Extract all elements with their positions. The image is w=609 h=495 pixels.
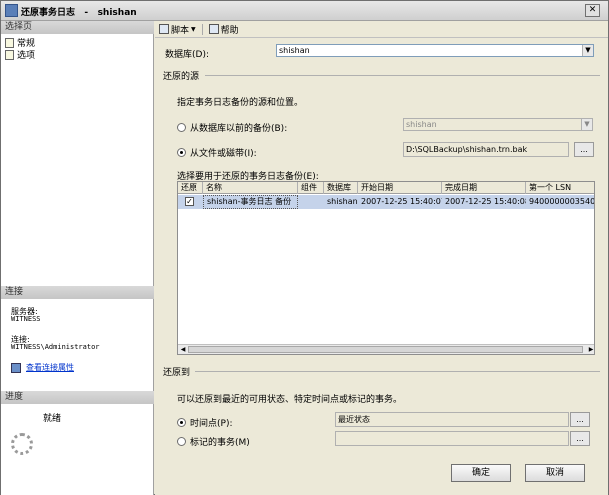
point-in-time-value[interactable]: 最近状态 [335, 412, 569, 427]
page-icon [5, 49, 14, 60]
from-file-radio[interactable]: 从文件或磁带(I): [177, 146, 257, 159]
prior-backup-select[interactable]: shishan ▼ [403, 118, 593, 131]
radio-icon [177, 123, 186, 132]
col-start-date[interactable]: 开始日期 [358, 182, 442, 194]
toolbar: 脚本 ▼ 帮助 [155, 21, 608, 38]
point-in-time-radio[interactable]: 时间点(P): [177, 416, 232, 429]
scroll-right-icon[interactable]: ▶ [586, 345, 594, 354]
source-description: 指定事务日志备份的源和位置。 [177, 98, 304, 108]
main-pane: 脚本 ▼ 帮助 数据库(D): shishan ▼ 还原的源 指定事务日志备份的… [155, 21, 608, 495]
row-name: shishan-事务日志 备份 [203, 195, 298, 209]
radio-icon [177, 437, 186, 446]
restore-to-description: 可以还原到最近的可用状态、特定时间点或标记的事务。 [177, 395, 403, 405]
progress-status: 就绪 [43, 414, 62, 424]
window-title: 还原事务日志 - shishan [21, 8, 137, 18]
radio-icon [177, 418, 186, 427]
source-section-title: 还原的源 [163, 72, 200, 82]
grid-hscrollbar[interactable]: ◀ ▶ [178, 344, 594, 354]
restore-log-dialog: 还原事务日志 - shishan ✕ 选择页 常规 选项 连接 服务器: WIT… [0, 0, 609, 495]
connection-value: WITNESS\Administrator [11, 343, 100, 351]
col-database[interactable]: 数据库 [324, 182, 358, 194]
script-icon [159, 24, 169, 34]
ok-button[interactable]: 确定 [451, 464, 511, 482]
select-page-header: 选择页 [1, 21, 154, 34]
backup-sets-grid[interactable]: 还原 名称 组件 数据库 开始日期 完成日期 第一个 LSN ✓ shishan… [177, 181, 595, 355]
backup-file-path[interactable]: D:\SQLBackup\shishan.trn.bak [403, 142, 569, 157]
help-icon [208, 24, 219, 34]
title-bar[interactable]: 还原事务日志 - shishan ✕ [1, 1, 608, 21]
chevron-down-icon: ▼ [581, 119, 592, 130]
marked-transaction-value[interactable] [335, 431, 569, 446]
from-prior-backup-radio[interactable]: 从数据库以前的备份(B): [177, 121, 287, 134]
database-select[interactable]: shishan ▼ [276, 44, 594, 57]
script-button[interactable]: 脚本 ▼ [159, 23, 196, 36]
marked-transaction-browse-button[interactable]: ... [570, 431, 590, 446]
scroll-thumb[interactable] [188, 346, 583, 353]
row-first-lsn: 940000000354000 [529, 197, 595, 206]
connection-header: 连接 [1, 286, 154, 299]
row-finish-date: 2007-12-25 15:40:08 [445, 197, 526, 206]
restore-checkbox[interactable]: ✓ [185, 197, 194, 206]
help-button[interactable]: 帮助 [208, 23, 239, 36]
browse-file-button[interactable]: ... [574, 142, 594, 157]
divider [195, 371, 600, 372]
close-button[interactable]: ✕ [585, 4, 600, 17]
col-first-lsn[interactable]: 第一个 LSN [526, 182, 594, 194]
row-database: shishan [327, 197, 358, 206]
view-connection-properties[interactable]: 查看连接属性 [11, 362, 74, 373]
row-component [298, 195, 324, 209]
left-pane: 选择页 常规 选项 连接 服务器: WITNESS 连接: WITNESS\Ad… [1, 21, 154, 495]
chevron-down-icon: ▼ [582, 45, 593, 56]
page-icon [5, 37, 14, 48]
progress-header: 进度 [1, 391, 154, 404]
col-finish-date[interactable]: 完成日期 [442, 182, 526, 194]
restore-to-section-title: 还原到 [163, 368, 191, 378]
col-restore[interactable]: 还原 [178, 182, 203, 194]
row-start-date: 2007-12-25 15:40:07 [361, 197, 442, 206]
page-options[interactable]: 选项 [5, 48, 35, 61]
properties-icon [11, 362, 21, 373]
table-row[interactable]: ✓ shishan-事务日志 备份 shishan 2007-12-25 15:… [178, 195, 595, 209]
progress-spinner-icon [11, 433, 33, 455]
scroll-left-icon[interactable]: ◀ [178, 345, 188, 354]
radio-icon [177, 148, 186, 157]
database-label: 数据库(D): [165, 50, 209, 60]
col-component[interactable]: 组件 [298, 182, 324, 194]
dropdown-arrow-icon: ▼ [191, 25, 196, 33]
point-in-time-browse-button[interactable]: ... [570, 412, 590, 427]
toolbar-separator [201, 23, 203, 35]
server-value: WITNESS [11, 315, 41, 323]
cancel-button[interactable]: 取消 [525, 464, 585, 482]
marked-transaction-radio[interactable]: 标记的事务(M) [177, 435, 250, 448]
col-name[interactable]: 名称 [203, 182, 298, 194]
grid-header: 还原 名称 组件 数据库 开始日期 完成日期 第一个 LSN [178, 182, 594, 194]
divider [205, 75, 600, 76]
app-icon [5, 4, 18, 17]
